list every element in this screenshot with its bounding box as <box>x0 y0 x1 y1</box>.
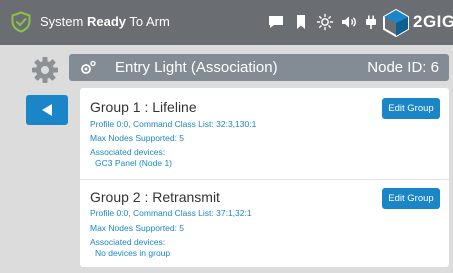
node-id: Node ID: 6 <box>367 59 439 76</box>
brand-logo-icon <box>383 8 409 38</box>
group-associated-device: GC3 Panel (Node 1) <box>95 158 173 168</box>
device-header: Entry Light (Association) Node ID: 6 <box>69 54 449 81</box>
group-associated-label: Associated devices: <box>90 147 166 157</box>
group-associated-device: No devices in group <box>95 248 171 258</box>
status-bar: System Ready To Arm 2GIG <box>0 0 453 45</box>
volume-icon[interactable] <box>340 13 358 31</box>
back-arrow-icon <box>42 104 52 116</box>
group-max-nodes: Max Nodes Supported: 5 <box>90 223 185 233</box>
divider <box>80 179 449 180</box>
plug-icon[interactable] <box>362 13 380 31</box>
group-title: Group 1 : Lifeline <box>90 99 197 115</box>
settings-gear-icon[interactable] <box>30 55 60 85</box>
group-title: Group 2 : Retransmit <box>90 189 220 205</box>
group-max-nodes: Max Nodes Supported: 5 <box>90 133 185 143</box>
edit-group-button[interactable]: Edit Group <box>382 98 440 119</box>
page-title: Entry Light (Association) <box>115 59 278 76</box>
back-button[interactable] <box>26 95 68 125</box>
system-status-text: System Ready To Arm <box>40 14 170 29</box>
group-list: Group 1 : Lifeline Profile 0:0, Command … <box>80 88 449 267</box>
brightness-icon[interactable] <box>316 13 334 31</box>
brand-name: 2GIG <box>413 12 453 31</box>
group-profile: Profile 0:0, Command Class List: 32:3,13… <box>90 119 257 129</box>
bookmark-icon[interactable] <box>292 13 310 31</box>
group-associated-label: Associated devices: <box>90 237 166 247</box>
device-settings-icon <box>81 60 96 74</box>
group-profile: Profile 0:0, Command Class List: 37:1,32… <box>90 208 252 218</box>
shield-check-icon[interactable] <box>10 11 32 33</box>
edit-group-button[interactable]: Edit Group <box>382 188 440 209</box>
message-icon[interactable] <box>267 13 285 31</box>
